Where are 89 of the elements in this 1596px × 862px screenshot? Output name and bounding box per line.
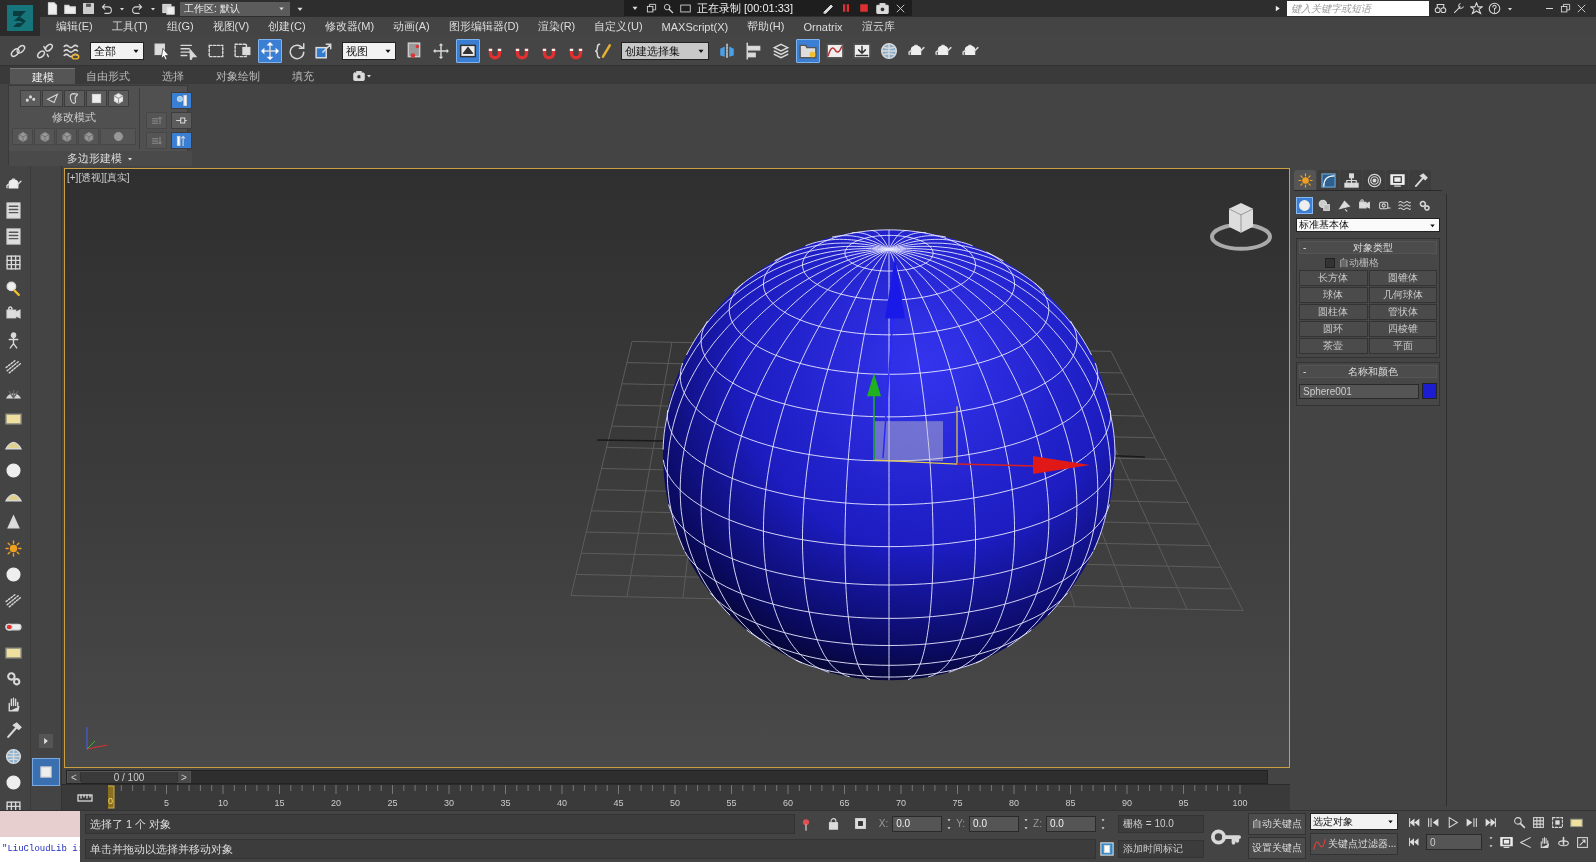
- frame-number: 40: [557, 798, 567, 808]
- panel-label: 修改模式: [52, 110, 96, 125]
- grid-size: 栅格 = 10.0: [1118, 814, 1204, 833]
- frame-number: 5: [164, 798, 169, 808]
- time-slider-label: 0 / 100: [81, 771, 177, 783]
- primitive-button[interactable]: 圆锥体: [1368, 270, 1437, 286]
- frame-number: 80: [1009, 798, 1019, 808]
- toolbar-dropdown[interactable]: 视图: [342, 42, 396, 60]
- axis-label: Y:: [956, 818, 966, 830]
- panel-title: 多边形建模: [67, 151, 122, 166]
- ribbon-tab[interactable]: 填充: [270, 68, 335, 84]
- frame-number: 50: [670, 798, 680, 808]
- rollout-header[interactable]: - 对象类型: [1299, 241, 1437, 254]
- axis-label: X:: [878, 818, 889, 830]
- frame-number: 35: [500, 798, 511, 808]
- add-time-tag-button[interactable]: 添加时间标记: [1118, 840, 1204, 859]
- menu-item[interactable]: 视图(V): [212, 19, 265, 34]
- search-field[interactable]: 键入关键字或短语: [1287, 1, 1429, 16]
- menu-item[interactable]: 修改器(M): [324, 19, 390, 34]
- primitive-button[interactable]: 四棱锥: [1368, 321, 1437, 337]
- primitive-button[interactable]: 茶壶: [1299, 338, 1368, 354]
- menu-item[interactable]: 渲云库: [861, 19, 910, 34]
- primitive-button[interactable]: 圆环: [1299, 321, 1368, 337]
- collapse-sign: -: [1302, 242, 1308, 253]
- ribbon-tab[interactable]: 建模: [10, 68, 75, 84]
- menu-item[interactable]: Ornatrix: [803, 20, 858, 33]
- primitive-button[interactable]: 长方体: [1299, 270, 1368, 286]
- frame-number: 100: [1232, 798, 1248, 808]
- object-name-field[interactable]: Sphere001: [1299, 383, 1419, 399]
- frame-number: 90: [1122, 798, 1132, 808]
- frame-number: 85: [1065, 798, 1076, 808]
- menu-item[interactable]: 帮助(H): [747, 19, 800, 34]
- frame-number: 60: [783, 798, 793, 808]
- workspace-dropdown[interactable]: 工作区: 默认: [180, 1, 290, 16]
- object-category-dropdown[interactable]: 标准基本体: [1296, 218, 1440, 232]
- next-frame-button[interactable]: >: [178, 771, 190, 783]
- rollout-header[interactable]: - 名称和颜色: [1299, 365, 1437, 378]
- previous-frame-button[interactable]: <: [68, 771, 80, 783]
- time-slider[interactable]: < 0 / 100 >: [67, 771, 191, 783]
- recording-status: 正在录制 [00:01:33]: [697, 0, 794, 16]
- frame-number: 20: [331, 798, 341, 808]
- menu-item[interactable]: MAXScript(X): [661, 20, 744, 33]
- key-selection-dropdown[interactable]: 选定对象: [1310, 813, 1398, 830]
- frame-number: 25: [387, 798, 398, 808]
- axis-label: Z:: [1033, 818, 1042, 830]
- primitive-button[interactable]: 几何球体: [1368, 287, 1437, 303]
- menu-item[interactable]: 工具(T): [111, 19, 163, 34]
- menu-item[interactable]: 编辑(E): [56, 19, 108, 34]
- collapse-sign: -: [1302, 366, 1308, 377]
- frame-number: 55: [726, 798, 737, 808]
- primitive-button[interactable]: 管状体: [1368, 304, 1437, 320]
- frame-number: 70: [896, 798, 906, 808]
- current-frame-marker[interactable]: 0: [108, 785, 115, 809]
- set-key-mode-button[interactable]: 设置关键点: [1248, 837, 1306, 859]
- primitive-button[interactable]: 圆柱体: [1299, 304, 1368, 320]
- toolbar-dropdown[interactable]: 全部: [90, 42, 144, 60]
- key-filters-button[interactable]: 关键点过滤器...: [1310, 833, 1398, 855]
- coordinate-field[interactable]: 0.0: [969, 815, 1020, 832]
- perspective-viewport[interactable]: [+][透视][真实]: [64, 168, 1290, 768]
- time-slider-track[interactable]: < 0 / 100 >: [66, 770, 1268, 784]
- menu-item[interactable]: 动画(A): [393, 19, 445, 34]
- frame-number: 75: [952, 798, 963, 808]
- menu-item[interactable]: 渲染(R): [538, 19, 591, 34]
- ribbon-tab[interactable]: 对象绘制: [205, 68, 270, 84]
- toolbar-dropdown[interactable]: 创建选择集: [621, 42, 709, 60]
- frame-number: 65: [839, 798, 850, 808]
- frame-number: 15: [274, 798, 285, 808]
- primitive-button[interactable]: 球体: [1299, 287, 1368, 303]
- coordinate-field[interactable]: 0.0: [1046, 815, 1096, 832]
- autogrid-checkbox[interactable]: 自动栅格: [1299, 256, 1437, 270]
- current-frame-field[interactable]: 0: [1426, 834, 1482, 850]
- frame-number: 30: [444, 798, 454, 808]
- frame-number: 45: [613, 798, 624, 808]
- menu-item[interactable]: 组(G): [166, 19, 209, 34]
- listener-input[interactable]: "LiuCloudLib i:: [0, 836, 80, 862]
- checkbox-label: 自动栅格: [1339, 256, 1379, 270]
- frame-number: 10: [218, 798, 228, 808]
- selection-status: 选择了 1 个 对象: [85, 813, 795, 834]
- menu-item[interactable]: 创建(C): [268, 19, 321, 34]
- menu-item[interactable]: 图形编辑器(D): [448, 19, 534, 34]
- viewport-label[interactable]: [+][透视][真实]: [67, 171, 130, 185]
- auto-key-button[interactable]: 自动关键点: [1248, 813, 1306, 835]
- primitive-button[interactable]: 平面: [1368, 338, 1437, 354]
- panel-title-dropdown[interactable]: 多边形建模: [9, 151, 192, 166]
- menu-item[interactable]: 自定义(U): [594, 19, 658, 34]
- ribbon-tab[interactable]: 选择: [140, 68, 205, 84]
- ribbon-tab[interactable]: 自由形式: [75, 68, 140, 84]
- coordinate-field[interactable]: 0.0: [892, 815, 943, 832]
- frame-number: 95: [1178, 798, 1189, 808]
